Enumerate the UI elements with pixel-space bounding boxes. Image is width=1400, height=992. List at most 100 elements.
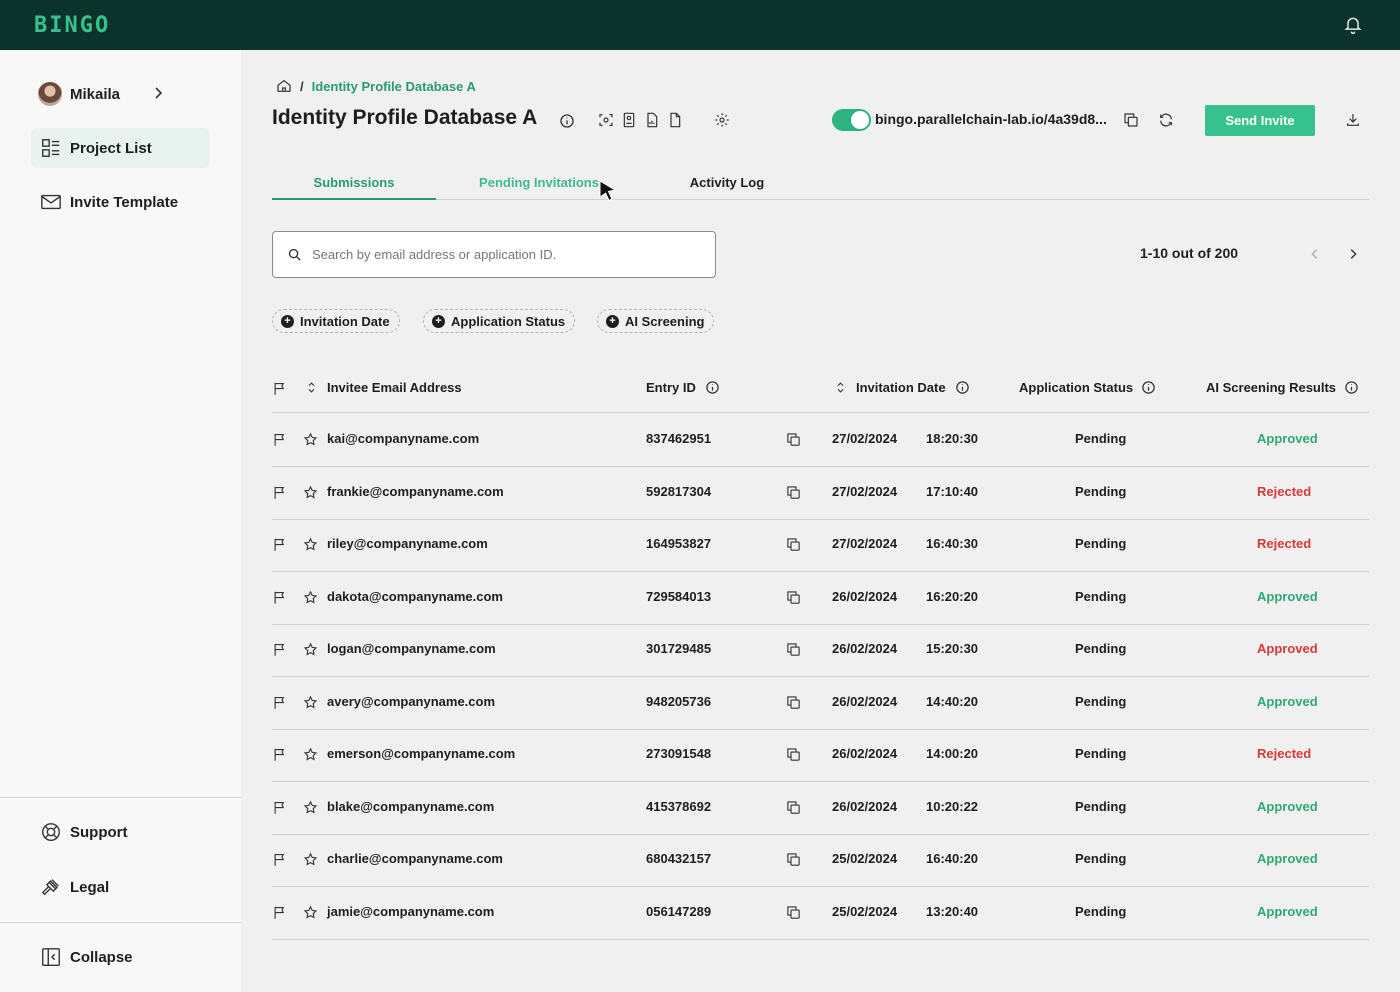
table-row[interactable]: avery@companyname.com 948205736 26/02/2024…	[272, 677, 1369, 730]
cell-date: 27/02/2024	[832, 431, 898, 446]
search-input[interactable]	[312, 247, 702, 262]
copy-icon[interactable]	[786, 432, 801, 447]
user-menu[interactable]: Mikaila	[38, 81, 168, 107]
copy-icon[interactable]	[786, 747, 801, 762]
filter-ai-screening[interactable]: + AI Screening	[597, 309, 715, 333]
column-header-email[interactable]: Invitee Email Address	[304, 380, 462, 395]
info-icon[interactable]	[1141, 380, 1156, 395]
chevron-left-icon[interactable]	[1308, 247, 1322, 261]
flag-icon[interactable]	[272, 590, 287, 605]
tab-submissions[interactable]: Submissions	[272, 175, 436, 200]
flag-icon[interactable]	[272, 485, 287, 500]
search-box[interactable]	[272, 231, 716, 278]
cell-application-status: Pending	[1075, 536, 1127, 551]
copy-icon[interactable]	[786, 590, 801, 605]
flag-icon[interactable]	[272, 905, 287, 920]
info-icon[interactable]	[559, 113, 575, 129]
invite-link-toggle[interactable]	[832, 109, 871, 131]
flag-icon[interactable]	[272, 432, 287, 447]
copy-icon[interactable]	[1123, 112, 1139, 128]
collapse-button[interactable]: Collapse	[31, 937, 210, 977]
filter-invitation-date[interactable]: + Invitation Date	[272, 309, 400, 333]
table-row[interactable]: charlie@companyname.com 680432157 25/02/20…	[272, 834, 1369, 887]
cell-time: 13:20:40	[926, 903, 979, 919]
copy-icon[interactable]	[786, 905, 801, 920]
home-icon[interactable]	[276, 78, 292, 94]
gear-icon[interactable]	[714, 112, 730, 128]
flag-icon[interactable]	[272, 642, 287, 657]
breadcrumb-current[interactable]: Identity Profile Database A	[312, 79, 476, 94]
copy-icon[interactable]	[786, 800, 801, 815]
star-icon[interactable]	[303, 800, 318, 815]
scan-icon[interactable]	[598, 112, 614, 128]
chevron-right-icon	[155, 87, 163, 99]
copy-icon[interactable]	[786, 642, 801, 657]
cell-date: 27/02/2024	[832, 483, 898, 499]
cell-time: 15:20:30	[926, 641, 979, 656]
document-icon[interactable]	[667, 112, 683, 128]
chevron-right-icon[interactable]	[1346, 247, 1360, 261]
breadcrumb-separator: /	[300, 78, 304, 94]
flag-icon[interactable]	[272, 537, 287, 552]
flag-icon[interactable]	[272, 852, 287, 867]
cell-email: charlie@companyname.com	[327, 851, 503, 866]
bell-icon[interactable]	[1343, 15, 1363, 35]
cell-date: 25/02/2024	[832, 903, 898, 919]
flag-icon[interactable]	[272, 381, 287, 396]
table-row[interactable]: blake@companyname.com 415378692 26/02/2024…	[272, 782, 1369, 835]
cell-time: 16:20:20	[926, 588, 979, 604]
filter-application-status[interactable]: + Application Status	[423, 309, 576, 333]
table-row[interactable]: dakota@companyname.com 729584013 26/02/202…	[272, 572, 1369, 625]
column-header-entry-id[interactable]: Entry ID	[646, 380, 720, 395]
tab-activity-log[interactable]: Activity Log	[642, 175, 812, 200]
filter-label: Invitation Date	[300, 313, 390, 329]
app-logo[interactable]: BINGO	[34, 13, 110, 38]
user-name: Mikaila	[70, 85, 121, 103]
download-icon[interactable]	[1345, 112, 1361, 128]
info-icon[interactable]	[1344, 380, 1359, 395]
flag-icon[interactable]	[272, 695, 287, 710]
column-header-ai-screening[interactable]: AI Screening Results	[1206, 380, 1359, 395]
flag-icon[interactable]	[272, 747, 287, 762]
info-icon[interactable]	[705, 380, 720, 395]
document-chart-icon[interactable]	[644, 112, 660, 128]
flag-icon[interactable]	[272, 800, 287, 815]
star-icon[interactable]	[303, 432, 318, 447]
table-row[interactable]: jamie@companyname.com 056147289 25/02/2024…	[272, 887, 1369, 940]
id-card-icon[interactable]	[621, 112, 637, 128]
sidebar-item-label: Legal	[70, 878, 110, 896]
table-row[interactable]: frankie@companyname.com 592817304 27/02/20…	[272, 467, 1369, 520]
copy-icon[interactable]	[786, 852, 801, 867]
copy-icon[interactable]	[786, 485, 801, 500]
sidebar-item-invite-template[interactable]: Invite Template	[31, 182, 210, 222]
info-icon[interactable]	[955, 380, 970, 395]
column-header-invitation-date[interactable]: Invitation Date	[833, 380, 970, 395]
grid-list-icon	[42, 139, 60, 157]
sidebar-item-support[interactable]: Support	[31, 812, 210, 852]
star-icon[interactable]	[303, 485, 318, 500]
copy-icon[interactable]	[786, 695, 801, 710]
refresh-icon[interactable]	[1158, 112, 1174, 128]
table-row[interactable]: emerson@companyname.com 273091548 26/02/20…	[272, 729, 1369, 782]
table-row[interactable]: logan@companyname.com 301729485 26/02/2024…	[272, 624, 1369, 677]
cell-ai-screening: Approved	[1257, 903, 1318, 919]
star-icon[interactable]	[303, 695, 318, 710]
cell-time: 17:10:40	[926, 483, 979, 499]
filter-label: Application Status	[451, 313, 566, 329]
star-icon[interactable]	[303, 747, 318, 762]
star-icon[interactable]	[303, 590, 318, 605]
copy-icon[interactable]	[786, 537, 801, 552]
star-icon[interactable]	[303, 537, 318, 552]
star-icon[interactable]	[303, 642, 318, 657]
cell-entry-id: 948205736	[646, 693, 712, 709]
column-header-application-status[interactable]: Application Status	[1019, 380, 1156, 395]
sidebar-item-project-list[interactable]: Project List	[31, 128, 210, 168]
send-invite-button[interactable]: Send Invite	[1205, 105, 1315, 136]
table-row[interactable]: kai@companyname.com 837462951 27/02/2024 18…	[272, 414, 1369, 467]
sidebar-item-legal[interactable]: Legal	[31, 867, 210, 907]
star-icon[interactable]	[303, 852, 318, 867]
table-row[interactable]: riley@companyname.com 164953827 27/02/2024…	[272, 519, 1369, 572]
cell-entry-id: 301729485	[646, 641, 712, 656]
star-icon[interactable]	[303, 905, 318, 920]
cell-application-status: Pending	[1075, 693, 1127, 709]
